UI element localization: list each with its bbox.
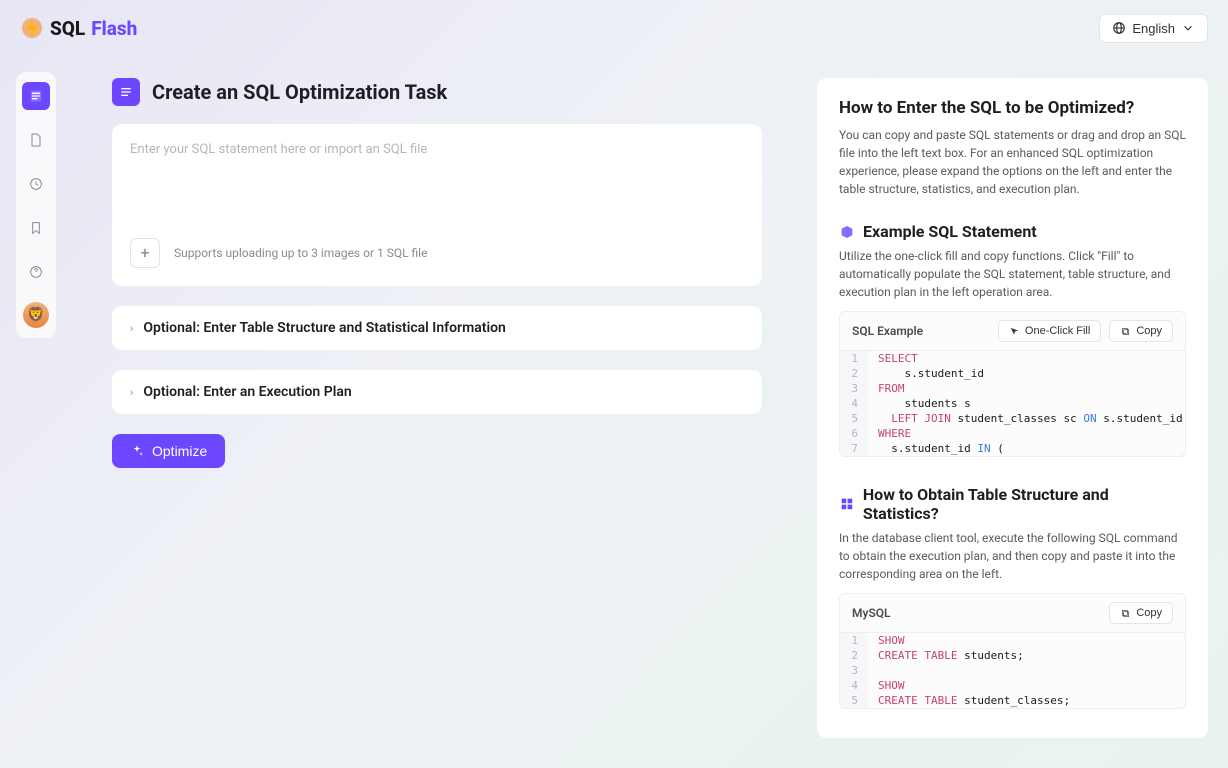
sidebar-item-file[interactable] xyxy=(22,126,50,154)
page-title: Create an SQL Optimization Task xyxy=(152,80,447,104)
help-section-execution-plan-title: How to Obtain Execution Plan? xyxy=(839,737,1186,738)
code-block-mysql: MySQL Copy 1SHOW2CREATE TABLE students;3… xyxy=(839,593,1186,709)
collapsible-table-structure[interactable]: › Optional: Enter Table Structure and St… xyxy=(112,306,762,350)
sparkle-icon xyxy=(130,444,144,458)
help-section-example-sql-title: Example SQL Statement xyxy=(839,222,1186,241)
history-icon xyxy=(28,176,44,192)
globe-icon xyxy=(1112,21,1126,35)
copy-button[interactable]: Copy xyxy=(1109,602,1173,624)
chevron-right-icon: › xyxy=(130,386,133,399)
logo-text-flash: Flash xyxy=(91,17,137,40)
help-section-table-structure-title: How to Obtain Table Structure and Statis… xyxy=(839,485,1186,523)
copy-icon xyxy=(1120,326,1131,337)
help-icon xyxy=(28,264,44,280)
header: SQL Flash English xyxy=(0,0,1228,56)
code-block-label: SQL Example xyxy=(852,324,923,338)
grid-icon xyxy=(839,496,855,512)
logo-text-sql: SQL xyxy=(50,17,85,40)
sql-textarea[interactable] xyxy=(130,142,744,226)
sidebar-item-task[interactable] xyxy=(22,82,50,110)
upload-button[interactable]: + xyxy=(130,238,160,268)
page-title-row: Create an SQL Optimization Task xyxy=(112,78,762,106)
logo[interactable]: SQL Flash xyxy=(20,16,137,40)
left-column: Create an SQL Optimization Task + Suppor… xyxy=(112,78,762,768)
copy-button[interactable]: Copy xyxy=(1109,320,1173,342)
help-heading: How to Enter the SQL to be Optimized? xyxy=(839,98,1186,118)
sidebar-item-help[interactable] xyxy=(22,258,50,286)
optimize-label: Optimize xyxy=(152,443,207,459)
avatar[interactable]: 🦁 xyxy=(23,302,49,328)
language-label: English xyxy=(1132,21,1175,36)
help-panel: How to Enter the SQL to be Optimized? Yo… xyxy=(817,78,1208,738)
sidebar-item-history[interactable] xyxy=(22,170,50,198)
one-click-fill-button[interactable]: One-Click Fill xyxy=(998,320,1101,342)
chevron-down-icon xyxy=(1181,21,1195,35)
cursor-icon xyxy=(1009,326,1020,337)
cube-icon xyxy=(839,224,855,240)
upload-row: + Supports uploading up to 3 images or 1… xyxy=(130,238,744,268)
code-block-label: MySQL xyxy=(852,606,891,620)
title-icon xyxy=(112,78,140,106)
code-block-sql-example: SQL Example One-Click Fill Copy 1SELECT2… xyxy=(839,311,1186,457)
sql-input-card: + Supports uploading up to 3 images or 1… xyxy=(112,124,762,286)
optimize-button[interactable]: Optimize xyxy=(112,434,225,468)
plus-icon: + xyxy=(140,245,149,261)
logo-icon xyxy=(20,16,44,40)
code-body: 1SHOW2CREATE TABLE students;34SHOW5CREAT… xyxy=(840,633,1185,708)
upload-hint: Supports uploading up to 3 images or 1 S… xyxy=(174,246,427,260)
collapsible-execution-plan[interactable]: › Optional: Enter an Execution Plan xyxy=(112,370,762,414)
help-intro: You can copy and paste SQL statements or… xyxy=(839,126,1186,198)
sidebar-item-bookmark[interactable] xyxy=(22,214,50,242)
collapsible-label: Optional: Enter Table Structure and Stat… xyxy=(143,320,506,336)
sidebar: 🦁 xyxy=(16,72,56,338)
bookmark-icon xyxy=(28,220,44,236)
chevron-right-icon: › xyxy=(130,322,133,335)
file-icon xyxy=(28,132,44,148)
task-icon xyxy=(28,88,44,104)
language-switcher[interactable]: English xyxy=(1099,14,1208,43)
collapsible-label: Optional: Enter an Execution Plan xyxy=(143,384,351,400)
copy-icon xyxy=(1120,608,1131,619)
content: Create an SQL Optimization Task + Suppor… xyxy=(112,78,1208,768)
help-section-example-sql-desc: Utilize the one-click fill and copy func… xyxy=(839,247,1186,301)
help-section-table-structure-desc: In the database client tool, execute the… xyxy=(839,529,1186,583)
code-body: 1SELECT2 s.student_id3FROM4 students s5 … xyxy=(840,351,1185,456)
